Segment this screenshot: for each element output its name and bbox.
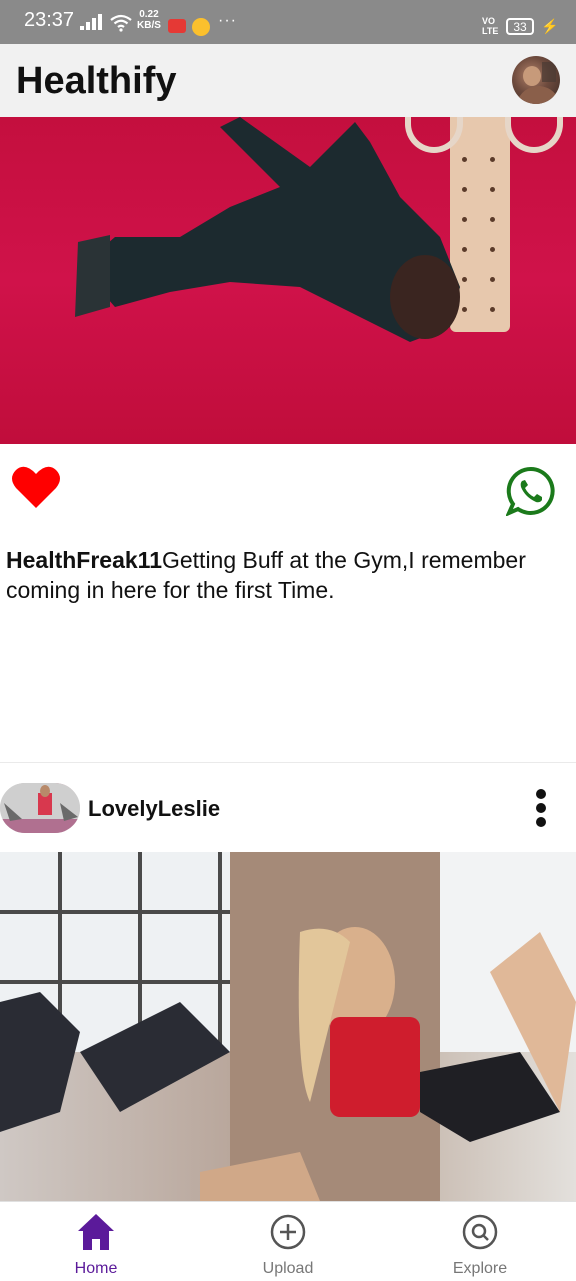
- nav-explore[interactable]: Explore: [384, 1202, 576, 1281]
- explore-icon: [462, 1214, 498, 1250]
- status-time: 23:37: [24, 9, 75, 31]
- app-title: Healthify: [16, 60, 177, 102]
- athlete-figure: [75, 117, 460, 342]
- post2-image[interactable]: [0, 852, 576, 1201]
- user-avatar[interactable]: [0, 783, 80, 833]
- post1-image[interactable]: [0, 117, 576, 444]
- battery-icon: 33: [506, 18, 534, 35]
- more-vertical-icon[interactable]: [530, 786, 554, 830]
- nav-home-label: Home: [74, 1260, 118, 1277]
- network-speed-unit: KB/S: [137, 20, 161, 31]
- post1-caption: HealthFreak11Getting Buff at the Gym,I r…: [6, 545, 572, 605]
- nav-home[interactable]: Home: [0, 1202, 192, 1281]
- volte-top: VO: [482, 16, 496, 26]
- signal-icon: [80, 14, 102, 30]
- user-avatar-photo: [0, 783, 80, 833]
- volte-bottom: LTE: [482, 26, 499, 36]
- bottom-navigation: Home Upload Explore: [0, 1201, 576, 1280]
- network-speed: 0.22 KB/S: [137, 9, 161, 31]
- whatsapp-icon[interactable]: [506, 466, 556, 516]
- plus-circle-icon: [270, 1214, 306, 1250]
- charging-icon: ⚡: [541, 18, 559, 34]
- bulb-icon: [192, 18, 210, 36]
- gym-ring-right: [505, 117, 563, 153]
- screen-record-icon: [168, 19, 186, 33]
- post-divider: [0, 762, 576, 763]
- nav-upload[interactable]: Upload: [192, 1202, 384, 1281]
- app-bar: Healthify: [0, 44, 576, 117]
- more-notifications-icon: ···: [218, 12, 237, 29]
- heart-icon[interactable]: [10, 462, 62, 512]
- post2-username[interactable]: LovelyLeslie: [88, 796, 220, 822]
- network-speed-value: 0.22: [139, 9, 159, 20]
- fitness-class-photo: [0, 852, 576, 1201]
- nav-upload-label: Upload: [262, 1260, 314, 1277]
- volte-indicator: VO LTE: [482, 16, 498, 36]
- wifi-icon: [110, 14, 132, 32]
- profile-avatar[interactable]: [512, 56, 560, 104]
- status-bar: 23:37 0.22 KB/S ··· VO LTE 33 ⚡: [0, 0, 576, 44]
- profile-avatar-photo: [516, 62, 560, 104]
- nav-explore-label: Explore: [452, 1260, 508, 1277]
- home-icon: [78, 1214, 114, 1250]
- post1-author[interactable]: HealthFreak11: [6, 547, 162, 573]
